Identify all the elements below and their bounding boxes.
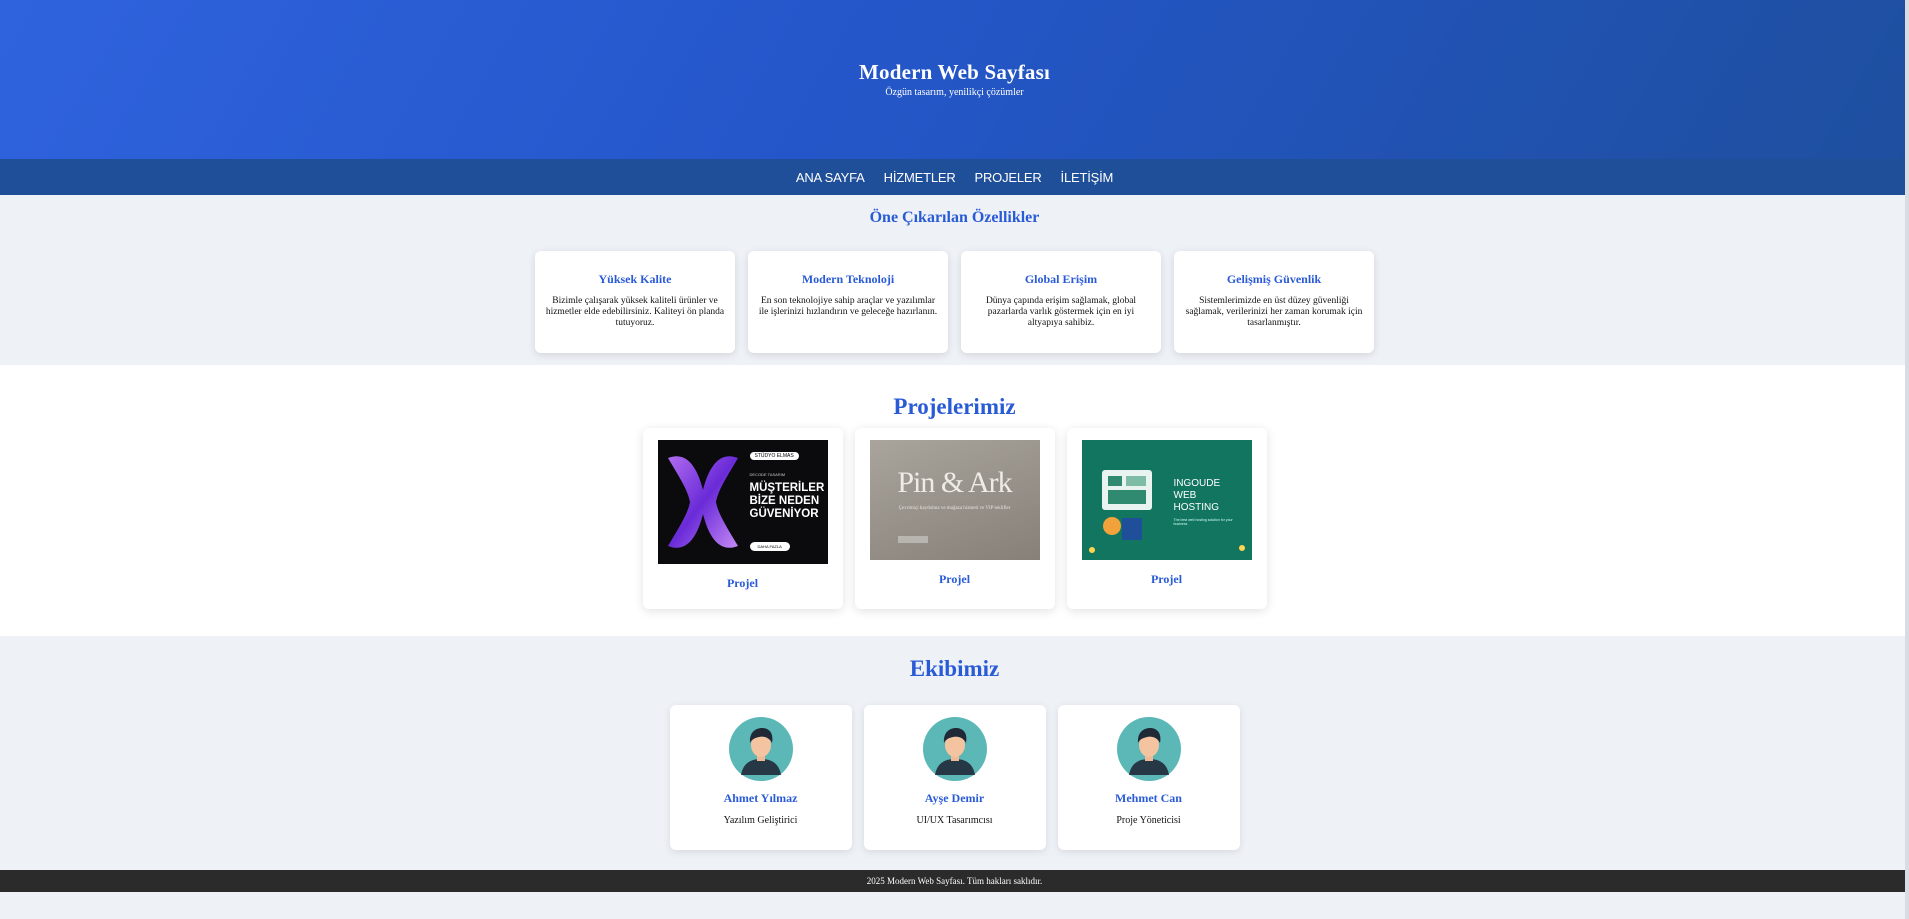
thumb-headline: MÜŞTERİLER BİZE NEDEN GÜVENİYOR xyxy=(749,482,825,520)
thumb-bar xyxy=(897,536,928,543)
main-nav: ANA SAYFA HİZMETLER PROJELER İLETİŞİM xyxy=(0,159,1909,195)
team-member-name: Mehmet Can xyxy=(1115,791,1182,805)
projects-title: Projelerimiz xyxy=(893,394,1016,419)
team-member-card: Ahmet Yılmaz Yazılım Geliştirici xyxy=(669,705,852,850)
thumb-tag: STÜDYO ELMAS xyxy=(749,452,799,460)
scrollbar[interactable] xyxy=(1905,0,1909,919)
team-member-role: Proje Yöneticisi xyxy=(1116,815,1181,826)
thumb-small-text: The best web hosting solution for your b… xyxy=(1173,518,1233,526)
page-subtitle: Özgün tasarım, yenilikçi çözümler xyxy=(885,87,1024,98)
nav-link-projects[interactable]: PROJELER xyxy=(975,170,1042,185)
project-card-list: STÜDYO ELMAS DECODE TASARIM MÜŞTERİLER B… xyxy=(0,428,1909,609)
feature-card: Gelişmiş Güvenlik Sistemlerimizde en üst… xyxy=(1174,251,1374,353)
team-member-name: Ayşe Demir xyxy=(924,791,985,805)
nav-link-home[interactable]: ANA SAYFA xyxy=(796,170,865,185)
nav-link-services[interactable]: HİZMETLER xyxy=(884,170,956,185)
project-card[interactable]: INGOUDE WEB HOSTING The best web hosting… xyxy=(1066,428,1267,609)
project-title[interactable]: Projel xyxy=(643,576,843,591)
feature-card-text: Bizimle çalışarak yüksek kaliteli ürünle… xyxy=(545,296,725,328)
feature-card-text: Dünya çapında erişim sağlamak, global pa… xyxy=(985,296,1137,328)
avatar xyxy=(1116,717,1181,781)
project-thumbnail[interactable]: STÜDYO ELMAS DECODE TASARIM MÜŞTERİLER B… xyxy=(657,440,828,564)
project-title[interactable]: Projel xyxy=(855,572,1055,587)
thumb-headline: INGOUDE WEB HOSTING xyxy=(1173,478,1221,513)
team-member-name: Ahmet Yılmaz xyxy=(723,791,798,805)
features-title: Öne Çıkarılan Özellikler xyxy=(869,209,1040,226)
page-footer: 2025 Modern Web Sayfası. Tüm hakları sak… xyxy=(0,870,1909,892)
feature-card: Yüksek Kalite Bizimle çalışarak yüksek k… xyxy=(535,251,735,353)
page-title: Modern Web Sayfası xyxy=(858,60,1051,84)
project-card[interactable]: Pin & Ark Çevrimiçi kaydolma ve mağaza h… xyxy=(854,428,1055,609)
feature-card-title: Yüksek Kalite xyxy=(598,272,672,286)
avatar xyxy=(922,717,987,781)
project-card[interactable]: STÜDYO ELMAS DECODE TASARIM MÜŞTERİLER B… xyxy=(642,428,843,609)
team-section: Ekibimiz Ahmet Yılmaz Yazılım Geliştiric… xyxy=(0,636,1909,870)
team-title: Ekibimiz xyxy=(909,656,1000,681)
project-thumbnail[interactable]: Pin & Ark Çevrimiçi kaydolma ve mağaza h… xyxy=(869,440,1040,560)
thumb-subtitle: Çevrimiçi kaydolma ve mağaza hizmeti ve … xyxy=(898,506,1011,511)
project-title[interactable]: Projel xyxy=(1067,572,1267,587)
feature-card: Global Erişim Dünya çapında erişim sağla… xyxy=(961,251,1161,353)
project-thumbnail[interactable]: INGOUDE WEB HOSTING The best web hosting… xyxy=(1081,440,1252,560)
thumb-button: DAHA FAZLA xyxy=(749,542,790,551)
feature-card-title: Global Erişim xyxy=(1024,272,1098,286)
hero-header: Modern Web Sayfası Özgün tasarım, yenili… xyxy=(0,0,1909,159)
thumb-small-text: DECODE TASARIM xyxy=(749,472,786,477)
team-card-list: Ahmet Yılmaz Yazılım Geliştirici Ayşe De… xyxy=(0,705,1909,850)
feature-card: Modern Teknoloji En son teknolojiye sahi… xyxy=(748,251,948,353)
team-member-card: Mehmet Can Proje Yöneticisi xyxy=(1057,705,1240,850)
feature-card-text: En son teknolojiye sahip araçlar ve yazı… xyxy=(758,296,938,317)
projects-section: Projelerimiz STÜDYO ELMAS DECODE TASARIM xyxy=(0,365,1909,636)
thumb-logo: Pin & Ark xyxy=(897,466,1012,499)
avatar xyxy=(728,717,793,781)
team-member-role: UI/UX Tasarımcısı xyxy=(916,815,993,826)
nav-link-contact[interactable]: İLETİŞİM xyxy=(1061,170,1114,185)
features-section: Öne Çıkarılan Özellikler Yüksek Kalite B… xyxy=(0,195,1909,365)
feature-card-title: Modern Teknoloji xyxy=(801,272,895,286)
team-member-role: Yazılım Geliştirici xyxy=(723,815,798,826)
team-member-card: Ayşe Demir UI/UX Tasarımcısı xyxy=(863,705,1046,850)
feature-card-title: Gelişmiş Güvenlik xyxy=(1226,272,1322,286)
feature-card-text: Sistemlerimizde en üst düzey güvenliği s… xyxy=(1185,296,1363,328)
feature-card-list: Yüksek Kalite Bizimle çalışarak yüksek k… xyxy=(0,251,1909,353)
footer-text: 2025 Modern Web Sayfası. Tüm hakları sak… xyxy=(866,876,1043,886)
